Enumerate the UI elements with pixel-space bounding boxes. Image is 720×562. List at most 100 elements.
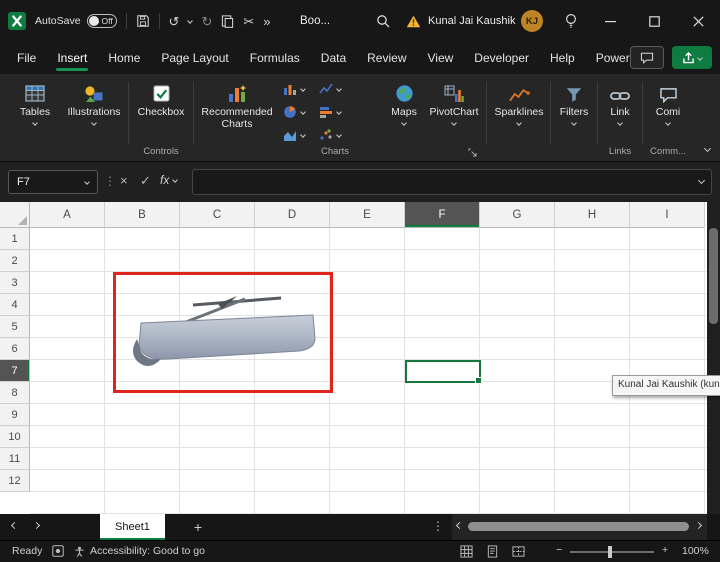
- charts-dialog-launcher-icon[interactable]: [468, 148, 477, 157]
- formula-input[interactable]: [192, 169, 712, 195]
- row-header-11[interactable]: 11: [0, 448, 30, 470]
- enter-button[interactable]: ✓: [140, 173, 151, 189]
- formula-bar-drag-handle[interactable]: ⋮: [104, 174, 116, 188]
- tab-page-layout[interactable]: Page Layout: [160, 45, 229, 71]
- checkbox-button[interactable]: Checkbox: [133, 79, 189, 118]
- undo-icon[interactable]: ↺: [169, 15, 180, 28]
- maximize-button[interactable]: [632, 0, 676, 42]
- insert-function-button[interactable]: fx: [160, 173, 177, 187]
- column-header-d[interactable]: D: [255, 202, 330, 228]
- sheet-bar-menu-icon[interactable]: ⋮: [432, 519, 444, 533]
- sheet-tab-sheet1[interactable]: Sheet1: [100, 514, 165, 540]
- comments-toggle-button[interactable]: [630, 46, 664, 69]
- paste-icon[interactable]: [221, 14, 234, 28]
- page-layout-view-icon[interactable]: [486, 545, 499, 558]
- cancel-button[interactable]: ×: [120, 173, 128, 188]
- vertical-scrollbar[interactable]: [707, 202, 720, 514]
- worksheet-grid[interactable]: A B C D E F G H I 1 2 3 4 5 6 7 8 9 10 1…: [0, 202, 707, 514]
- sheet-nav-left-icon[interactable]: [11, 522, 18, 529]
- maps-button[interactable]: Maps: [384, 79, 424, 125]
- page-break-preview-icon[interactable]: [512, 545, 525, 558]
- tab-home[interactable]: Home: [107, 45, 141, 71]
- accessibility-status[interactable]: Accessibility: Good to go: [74, 545, 205, 557]
- lightbulb-icon[interactable]: [564, 13, 578, 29]
- row-header-12[interactable]: 12: [0, 470, 30, 492]
- more-commands-icon[interactable]: »: [263, 15, 270, 28]
- macro-record-icon[interactable]: [52, 545, 64, 557]
- 3d-model-object[interactable]: [123, 283, 323, 383]
- sparklines-button[interactable]: Sparklines: [490, 79, 548, 125]
- name-box[interactable]: F7: [8, 170, 98, 194]
- tab-formulas[interactable]: Formulas: [249, 45, 301, 71]
- insert-area-chart-button[interactable]: [283, 128, 305, 142]
- row-header-3[interactable]: 3: [0, 272, 30, 294]
- collapse-ribbon-icon[interactable]: [704, 145, 711, 152]
- insert-pie-chart-button[interactable]: [283, 105, 305, 119]
- row-header-7[interactable]: 7: [0, 360, 30, 382]
- row-header-6[interactable]: 6: [0, 338, 30, 360]
- zoom-slider-track[interactable]: [570, 551, 654, 553]
- row-header-5[interactable]: 5: [0, 316, 30, 338]
- row-header-8[interactable]: 8: [0, 382, 30, 404]
- avatar[interactable]: KJ: [521, 10, 543, 32]
- notification-area[interactable]: Kunal Jai Kaushik: [406, 0, 515, 42]
- row-header-4[interactable]: 4: [0, 294, 30, 316]
- column-header-a[interactable]: A: [30, 202, 105, 228]
- column-header-f[interactable]: F: [405, 202, 480, 228]
- column-header-e[interactable]: E: [330, 202, 405, 228]
- autosave-control[interactable]: AutoSave Off: [35, 14, 117, 28]
- red-selection-frame[interactable]: [113, 272, 333, 393]
- zoom-slider-thumb[interactable]: [608, 546, 612, 558]
- link-button[interactable]: Link: [600, 79, 640, 125]
- tab-developer[interactable]: Developer: [473, 45, 530, 71]
- horizontal-scrollbar[interactable]: [452, 514, 707, 540]
- horizontal-scrollbar-thumb[interactable]: [468, 522, 689, 531]
- autosave-toggle[interactable]: Off: [87, 14, 117, 28]
- comments-button[interactable]: Comi: [645, 79, 691, 125]
- add-sheet-button[interactable]: +: [187, 514, 209, 540]
- minimize-button[interactable]: [588, 0, 632, 42]
- sheet-nav-right-icon[interactable]: [33, 522, 40, 529]
- tab-review[interactable]: Review: [366, 45, 407, 71]
- insert-bar-chart-button[interactable]: [319, 105, 341, 119]
- insert-line-chart-button[interactable]: [319, 82, 341, 96]
- document-title[interactable]: Boo...: [300, 0, 330, 42]
- column-header-g[interactable]: G: [480, 202, 555, 228]
- recommended-charts-button[interactable]: Recommended Charts: [197, 79, 277, 130]
- share-button[interactable]: [672, 46, 712, 69]
- row-header-10[interactable]: 10: [0, 426, 30, 448]
- zoom-level[interactable]: 100%: [682, 545, 709, 557]
- column-header-h[interactable]: H: [555, 202, 630, 228]
- hscroll-left-icon[interactable]: [456, 522, 463, 529]
- filters-button[interactable]: Filters: [553, 79, 595, 125]
- column-header-i[interactable]: I: [630, 202, 705, 228]
- normal-view-icon[interactable]: [460, 545, 473, 558]
- undo-dropdown-icon[interactable]: [188, 18, 194, 24]
- tab-insert[interactable]: Insert: [56, 45, 88, 71]
- zoom-out-button[interactable]: −: [556, 544, 562, 556]
- vertical-scrollbar-thumb[interactable]: [709, 228, 718, 324]
- tab-file[interactable]: File: [16, 45, 37, 71]
- redo-icon[interactable]: ↻: [201, 15, 212, 28]
- pivotchart-button[interactable]: PivotChart: [424, 79, 484, 125]
- cut-icon[interactable]: ✂: [243, 15, 254, 28]
- close-button[interactable]: [676, 0, 720, 42]
- tables-button[interactable]: Tables: [10, 79, 60, 125]
- zoom-in-button[interactable]: +: [662, 544, 668, 556]
- tab-view[interactable]: View: [427, 45, 455, 71]
- select-all-button[interactable]: [0, 202, 30, 228]
- insert-scatter-chart-button[interactable]: [319, 128, 341, 142]
- insert-column-chart-button[interactable]: [283, 82, 305, 96]
- illustrations-button[interactable]: Illustrations: [62, 79, 126, 125]
- warning-icon[interactable]: [406, 15, 421, 28]
- column-header-c[interactable]: C: [180, 202, 255, 228]
- active-cell-f7[interactable]: [405, 360, 481, 383]
- tab-data[interactable]: Data: [320, 45, 347, 71]
- search-icon[interactable]: [376, 14, 390, 28]
- column-header-b[interactable]: B: [105, 202, 180, 228]
- hscroll-right-icon[interactable]: [695, 522, 702, 529]
- row-header-9[interactable]: 9: [0, 404, 30, 426]
- row-header-2[interactable]: 2: [0, 250, 30, 272]
- tab-help[interactable]: Help: [549, 45, 576, 71]
- save-icon[interactable]: [136, 14, 150, 28]
